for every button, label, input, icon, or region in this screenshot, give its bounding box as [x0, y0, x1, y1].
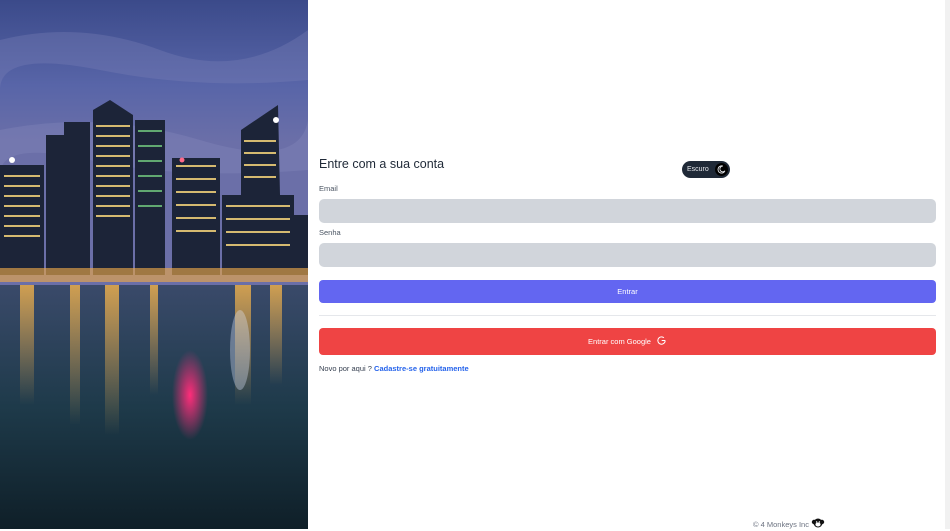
google-g-icon	[656, 335, 667, 348]
google-login-button[interactable]: Entrar com Google	[319, 328, 936, 355]
scrollbar[interactable]	[945, 0, 950, 529]
page-title: Entre com a sua conta	[319, 157, 445, 171]
footer-text: © 4 Monkeys Inc	[753, 519, 809, 529]
login-button-label: Entrar	[617, 287, 638, 296]
email-label: Email	[319, 184, 338, 193]
signup-text: Novo por aqui ? Cadastre-se gratuitament…	[319, 364, 469, 373]
signup-prefix: Novo por aqui ?	[319, 364, 372, 373]
divider	[319, 315, 936, 316]
login-button[interactable]: Entrar	[319, 280, 936, 303]
password-field[interactable]	[319, 243, 936, 267]
password-label: Senha	[319, 228, 341, 237]
email-field[interactable]	[319, 199, 936, 223]
moon-icon	[715, 163, 728, 176]
login-panel: Entre com a sua conta Escuro Email Senha…	[309, 0, 950, 529]
theme-toggle-label: Escuro	[687, 166, 709, 173]
theme-toggle[interactable]: Escuro	[682, 161, 730, 178]
signup-link[interactable]: Cadastre-se gratuitamente	[374, 364, 469, 373]
google-login-label: Entrar com Google	[588, 337, 651, 346]
hero-image	[0, 0, 308, 529]
